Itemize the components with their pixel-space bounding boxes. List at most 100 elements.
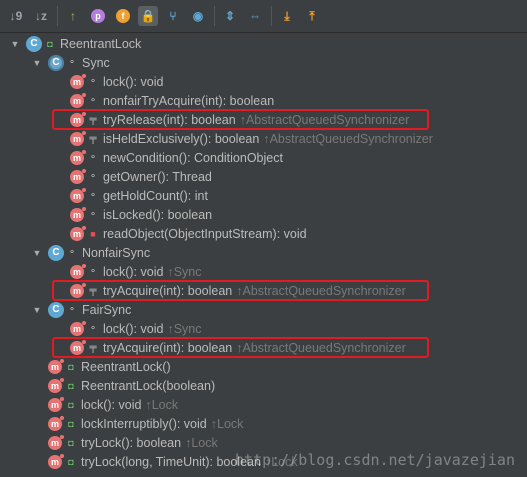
tree-class-row[interactable]: ▼ C ∘ FairSync <box>0 300 527 319</box>
expand-arrow-icon[interactable]: ▼ <box>32 248 42 258</box>
package-visibility-icon: ∘ <box>68 57 76 68</box>
member-signature: getHoldCount(): int <box>103 188 208 203</box>
show-anonymous-classes-button[interactable]: ◉ <box>188 6 208 26</box>
tree-method-row[interactable]: m ◘ ReentrantLock() <box>0 357 527 376</box>
tree-method-row[interactable]: m ◘ lock(): void ↑Lock <box>0 395 527 414</box>
tree-method-row[interactable]: m ∘ getHoldCount(): int <box>0 186 527 205</box>
tree-method-row[interactable]: m ∘ newCondition(): ConditionObject <box>0 148 527 167</box>
member-signature: isLocked(): boolean <box>103 207 213 222</box>
member-signature: lock(): void <box>103 321 164 336</box>
package-visibility-icon: ∘ <box>89 76 97 87</box>
method-icon: m <box>70 168 86 184</box>
member-signature: ReentrantLock() <box>81 359 171 374</box>
tree-method-row[interactable]: m ■ readObject(ObjectInputStream): void <box>0 224 527 243</box>
member-signature: Sync <box>82 55 110 70</box>
package-visibility-icon: ∘ <box>89 209 97 220</box>
expand-arrow-icon[interactable]: ▼ <box>32 58 42 68</box>
method-icon: m <box>70 73 86 89</box>
method-icon: m <box>70 225 86 241</box>
public-visibility-icon: ◘ <box>47 38 53 49</box>
sort-by-visibility-button[interactable]: ↓9 <box>6 6 26 26</box>
class-icon: C <box>48 244 64 261</box>
method-icon: m <box>70 149 86 165</box>
member-signature: NonfairSync <box>82 245 151 260</box>
method-icon: m <box>70 206 86 222</box>
show-properties-button[interactable]: p <box>88 6 108 26</box>
inherited-from-label: ↑Sync <box>167 321 202 336</box>
package-visibility-icon: ∘ <box>89 171 97 182</box>
tree-method-row[interactable]: m ◘ tryLock(): boolean ↑Lock <box>0 433 527 452</box>
expand-arrow-icon[interactable]: ▼ <box>32 305 42 315</box>
toolbar-separator <box>214 6 215 26</box>
tree-class-row[interactable]: ▼ C ◘ ReentrantLock <box>0 34 527 53</box>
tree-method-row[interactable]: m ╤ isHeldExclusively(): boolean ↑AbstractQ… <box>0 129 527 148</box>
inherited-from-label: ↑Lock <box>145 397 179 412</box>
member-signature: lock(): void <box>103 264 164 279</box>
member-signature: readObject(ObjectInputStream): void <box>103 226 307 241</box>
member-signature: ReentrantLock <box>60 36 142 51</box>
show-fields-button[interactable]: f <box>113 6 133 26</box>
method-icon: m <box>48 453 64 469</box>
public-visibility-icon: ◘ <box>68 380 74 391</box>
highlight-box <box>52 337 429 358</box>
package-visibility-icon: ∘ <box>89 323 97 334</box>
inherited-from-label: ↑Lock <box>185 435 218 450</box>
inherited-from-label: ↑Lock <box>210 416 244 431</box>
tree-method-row[interactable]: m ∘ lock(): void ↑Sync <box>0 319 527 338</box>
method-icon: m <box>70 187 86 203</box>
class-icon: C <box>26 35 42 52</box>
method-icon: m <box>48 358 64 374</box>
tree-method-row[interactable]: m ∘ getOwner(): Thread <box>0 167 527 186</box>
show-properties-icon: p <box>91 9 105 23</box>
structure-toolbar: ↓9 ↓z ↑ p f 🔒 ⑂ ◉ ⇕ ⇔ ⤓ ⤒ <box>0 0 527 33</box>
expand-arrow-icon[interactable]: ▼ <box>10 39 20 49</box>
method-icon: m <box>48 396 64 412</box>
show-non-public-button[interactable]: 🔒 <box>138 6 158 26</box>
show-inherited-icon: ↑ <box>70 9 76 23</box>
sort-by-visibility-icon: ↓9 <box>9 9 23 23</box>
tree-class-row[interactable]: ▼ C ∘ Sync <box>0 53 527 72</box>
autoscroll-from-source-button[interactable]: ⤒ <box>302 6 322 26</box>
tree-class-row[interactable]: ▼ C ∘ NonfairSync <box>0 243 527 262</box>
show-inherited-button[interactable]: ↑ <box>63 6 83 26</box>
tree-method-row[interactable]: m ◘ lockInterruptibly(): void ↑Lock <box>0 414 527 433</box>
tree-method-row[interactable]: m ∘ nonfairTryAcquire(int): boolean <box>0 91 527 110</box>
autoscroll-to-source-button[interactable]: ⤓ <box>277 6 297 26</box>
member-signature: lock(): void <box>103 74 164 89</box>
tree-method-row[interactable]: m ∘ lock(): void ↑Sync <box>0 262 527 281</box>
method-icon: m <box>70 130 86 146</box>
collapse-all-button[interactable]: ⇔ <box>245 6 265 26</box>
tree-method-row[interactable]: m ◘ ReentrantLock(boolean) <box>0 376 527 395</box>
method-icon: m <box>48 434 64 450</box>
show-non-public-icon: 🔒 <box>140 9 156 23</box>
class-icon: C <box>48 301 64 318</box>
show-lambdas-button[interactable]: ⑂ <box>163 6 183 26</box>
expand-all-button[interactable]: ⇕ <box>220 6 240 26</box>
tree-method-row[interactable]: m ∘ lock(): void <box>0 72 527 91</box>
tree-method-row[interactable]: m ∘ isLocked(): boolean <box>0 205 527 224</box>
public-visibility-icon: ◘ <box>68 437 74 448</box>
private-visibility-icon: ■ <box>90 228 96 239</box>
toolbar-separator <box>271 6 272 26</box>
sort-alphabetically-button[interactable]: ↓z <box>31 6 51 26</box>
package-visibility-icon: ∘ <box>68 304 76 315</box>
structure-tree: ▼ C ◘ ReentrantLock ▼ C ∘ Sync m ∘ lock(): void m ∘ n… <box>0 34 527 477</box>
protected-visibility-icon: ╤ <box>89 133 97 144</box>
highlight-box <box>52 109 429 130</box>
collapse-all-icon: ⇔ <box>249 9 261 23</box>
abstract-class-icon: C <box>48 54 64 71</box>
